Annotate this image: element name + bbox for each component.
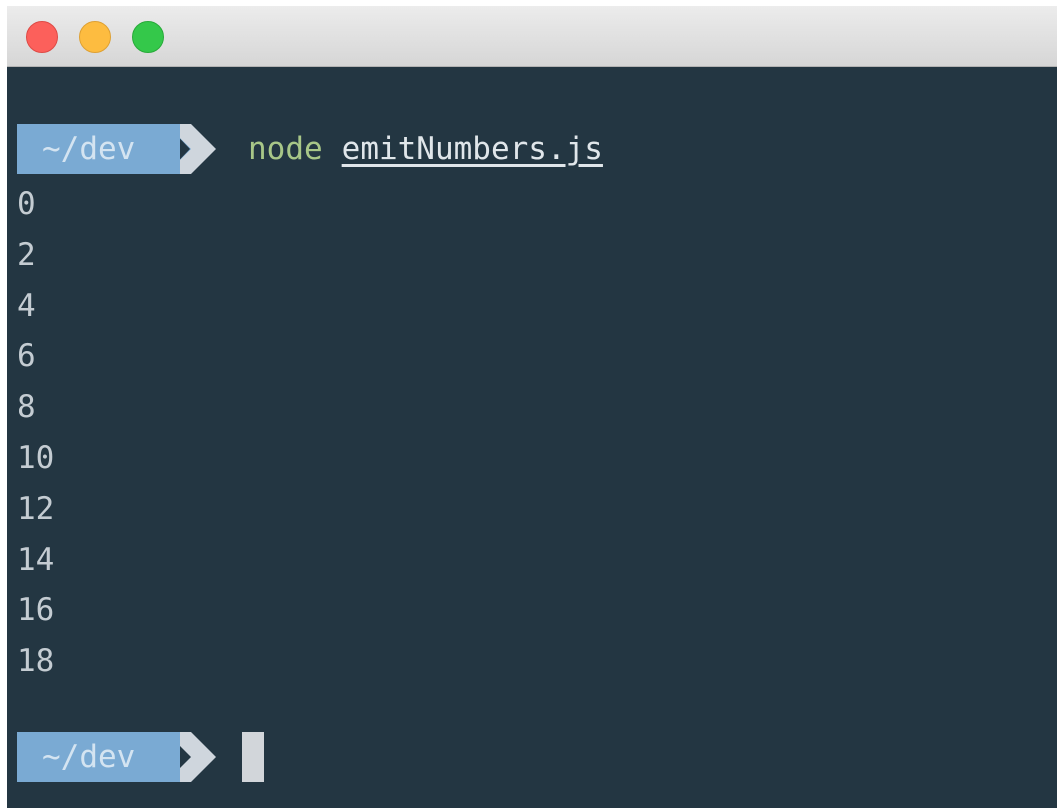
command-text: node emitNumbers.js <box>248 131 603 167</box>
prompt-directory: ~/dev <box>42 739 136 775</box>
command-prompt-line: ~/dev node emitNumbers.js <box>17 124 603 174</box>
output-line: 6 <box>17 338 36 375</box>
close-window-button[interactable] <box>26 21 58 53</box>
prompt-directory-segment: ~/dev <box>17 124 172 174</box>
output-line: 16 <box>17 592 55 629</box>
terminal-window: ~/dev node emitNumbers.js 0 2 4 6 8 10 12… <box>7 6 1057 808</box>
command-output: 0 2 4 6 8 10 12 14 16 18 <box>17 179 54 687</box>
text-cursor[interactable] <box>242 732 264 782</box>
minimize-window-button[interactable] <box>79 21 111 53</box>
output-line: 18 <box>17 643 55 680</box>
output-line: 0 <box>17 186 36 222</box>
output-line: 12 <box>17 490 55 527</box>
prompt-arrow-icon <box>166 732 216 782</box>
output-line: 10 <box>17 439 55 476</box>
prompt-directory-segment: ~/dev <box>17 732 172 782</box>
command-argument: emitNumbers.js <box>341 131 603 167</box>
output-line: 4 <box>17 287 36 324</box>
zoom-window-button[interactable] <box>132 21 164 53</box>
terminal-body[interactable]: ~/dev node emitNumbers.js 0 2 4 6 8 10 12… <box>7 67 1057 808</box>
output-line: 2 <box>17 236 36 273</box>
title-bar <box>7 6 1057 67</box>
output-line: 8 <box>17 389 36 426</box>
command-program: node <box>248 131 323 167</box>
active-prompt-line[interactable]: ~/dev <box>17 732 264 782</box>
output-line: 14 <box>17 541 55 578</box>
prompt-arrow-icon <box>166 124 216 174</box>
prompt-directory: ~/dev <box>42 131 136 167</box>
